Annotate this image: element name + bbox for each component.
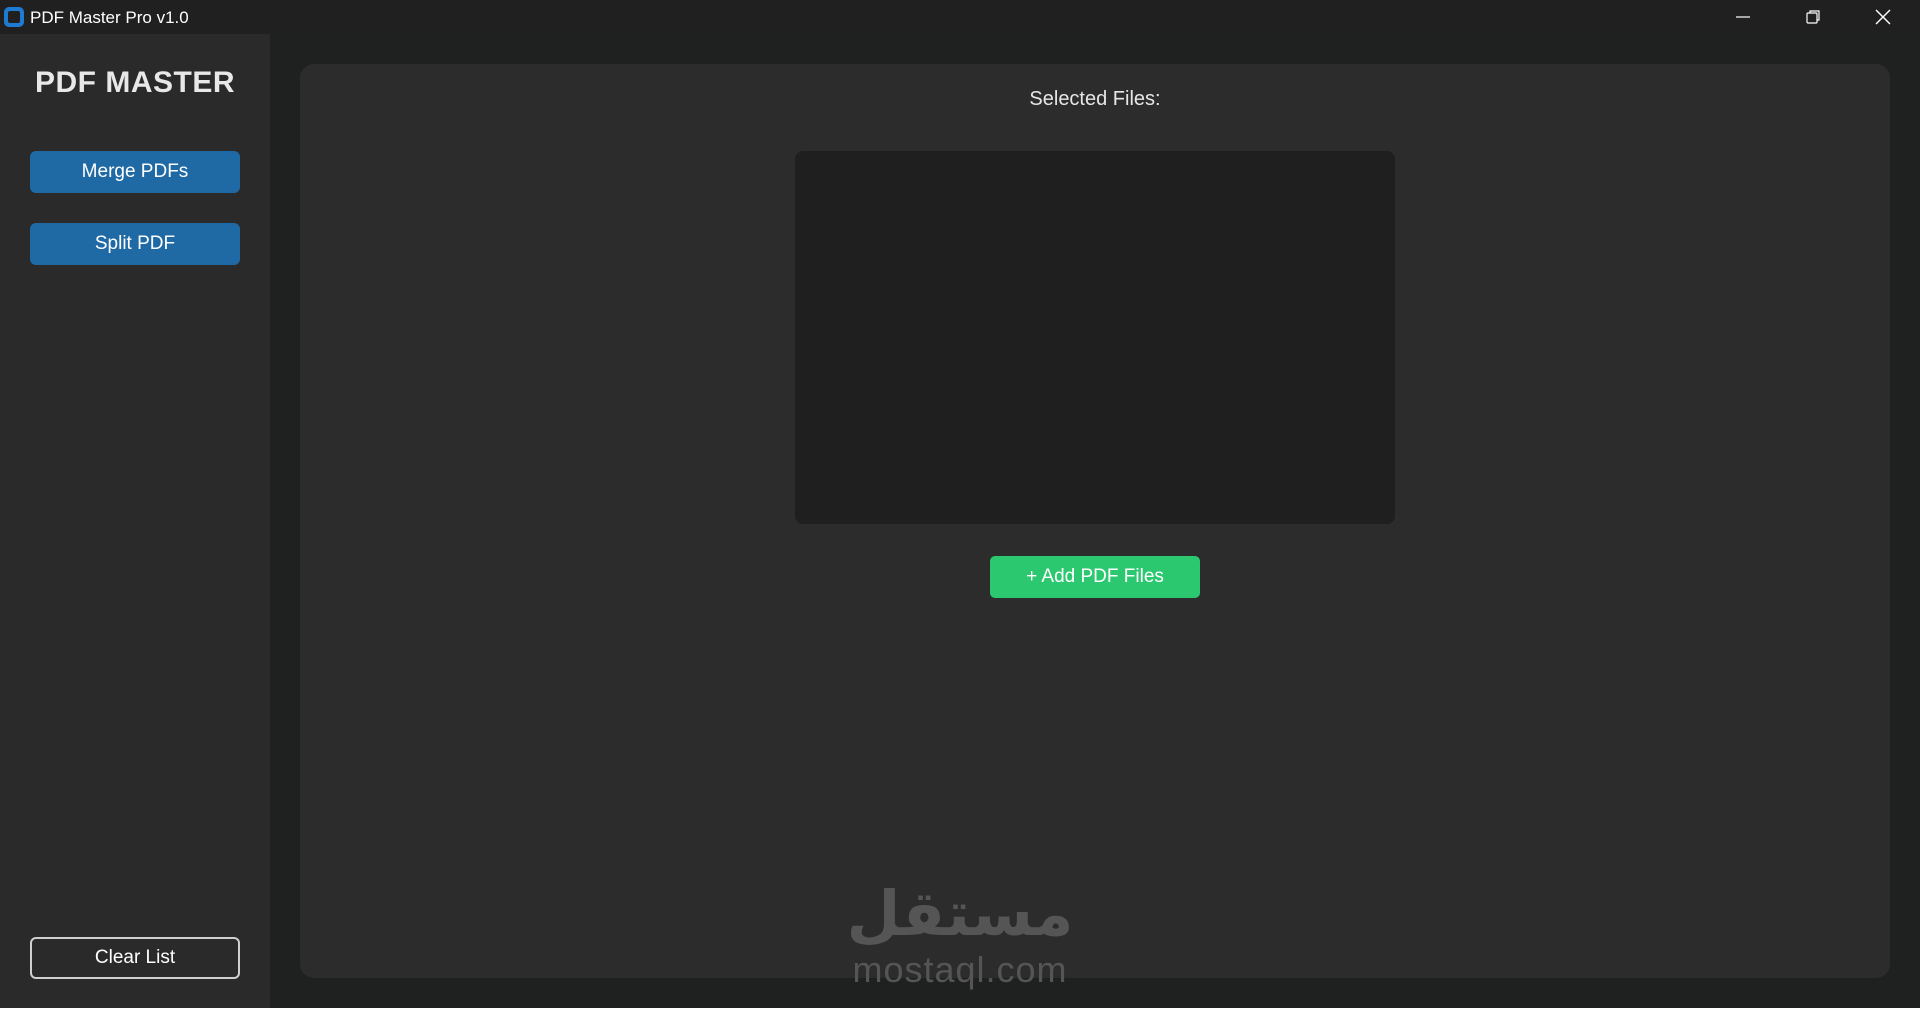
app-icon (4, 7, 24, 27)
watermark-latin-text: mostaql.com (852, 949, 1068, 990)
watermark-arabic-text: مستقل (846, 877, 1074, 950)
close-button[interactable] (1848, 0, 1918, 34)
watermark: مستقل mostaql.com (840, 878, 1080, 990)
merge-pdfs-button[interactable]: Merge PDFs (30, 151, 240, 193)
minimize-button[interactable] (1708, 0, 1778, 34)
add-pdf-files-button[interactable]: + Add PDF Files (990, 556, 1200, 598)
app-window: PDF Master Pro v1.0 PDF MASTER Merge PDF… (0, 0, 1920, 1008)
main-panel: Selected Files: + Add PDF Files (300, 64, 1890, 978)
selected-files-list[interactable] (795, 151, 1395, 524)
minimize-icon (1736, 16, 1750, 18)
close-icon (1875, 9, 1891, 25)
title-bar[interactable]: PDF Master Pro v1.0 (0, 0, 1920, 34)
split-pdf-button[interactable]: Split PDF (30, 223, 240, 265)
app-logo-title: PDF MASTER (35, 66, 235, 99)
selected-files-label: Selected Files: (1029, 88, 1161, 110)
restore-icon (1806, 10, 1820, 24)
window-title: PDF Master Pro v1.0 (30, 8, 189, 27)
restore-button[interactable] (1778, 0, 1848, 34)
sidebar: PDF MASTER Merge PDFs Split PDF Clear Li… (0, 34, 270, 1008)
clear-list-button[interactable]: Clear List (30, 937, 240, 979)
